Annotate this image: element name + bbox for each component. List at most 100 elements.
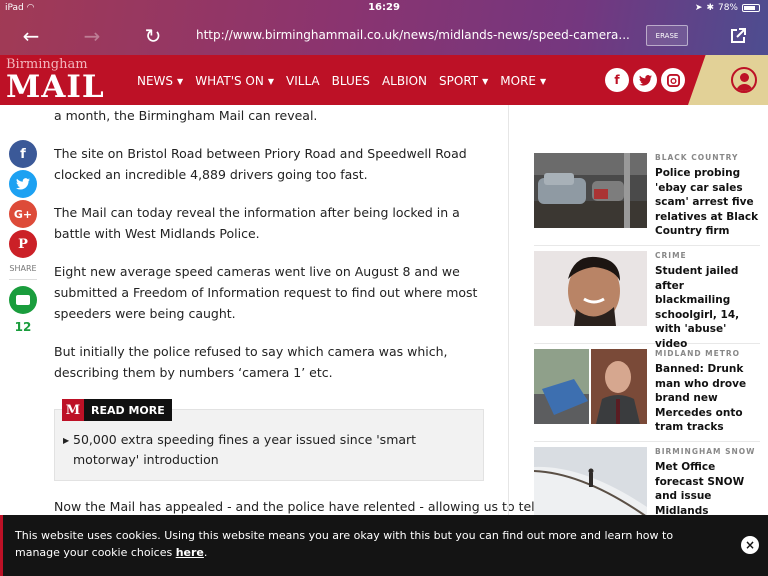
article-body: a month, the Birmingham Mail can reveal.…	[54, 105, 494, 400]
story-text: BLACK COUNTRY Police probing 'ebay car s…	[655, 153, 760, 239]
back-arrow-icon: ←	[22, 24, 40, 48]
clock: 16:29	[368, 2, 400, 13]
site-logo[interactable]: Birmingham MAIL	[6, 58, 105, 105]
nav-item-label: SPORT	[439, 74, 479, 88]
battery-fill	[744, 6, 755, 10]
mail-logo-icon: M	[62, 399, 84, 421]
nav-item-more[interactable]: MORE ▼	[500, 74, 546, 88]
story-title[interactable]: Police probing 'ebay car sales scam' arr…	[655, 166, 760, 239]
close-icon: ×	[744, 538, 756, 552]
article-paragraph: Eight new average speed cameras went liv…	[54, 264, 478, 321]
facebook-icon: f	[20, 146, 26, 162]
cookie-period: .	[203, 546, 208, 559]
cookie-here-link[interactable]: here	[176, 546, 204, 559]
browser-chrome: iPad ◠ 16:29 ➤ ✱ 78% ← → ↻ http://www.bi…	[0, 0, 768, 55]
story-title[interactable]: Student jailed after blackmailing school…	[655, 264, 760, 351]
nav-item-label: ALBION	[381, 74, 428, 88]
story-text: CRIME Student jailed after blackmailing …	[655, 251, 760, 351]
story-title[interactable]: Banned: Drunk man who drove brand new Me…	[655, 362, 760, 435]
reload-button[interactable]: ↻	[139, 22, 167, 50]
nav-item-label: VILLA	[286, 74, 320, 88]
erase-button[interactable]: ERASE	[646, 25, 688, 46]
article-paragraph: The Mail can today reveal the informatio…	[54, 205, 460, 241]
share-divider	[9, 279, 37, 280]
story-category: CRIME	[655, 251, 687, 260]
twitter-header-button[interactable]	[633, 68, 657, 92]
story-category: BIRMINGHAM SNOW	[655, 447, 756, 456]
facebook-share-button[interactable]: f	[9, 140, 37, 168]
nav-item-label: BLUES	[331, 74, 370, 88]
sidebar-story[interactable]: BLACK COUNTRY Police probing 'ebay car s…	[534, 148, 760, 246]
story-thumbnail-snow	[534, 447, 647, 522]
back-button[interactable]: ←	[17, 22, 45, 50]
comment-count: 12	[14, 320, 32, 334]
triangle-right-icon: ▶	[63, 436, 70, 445]
instagram-icon	[666, 73, 680, 87]
main-nav: NEWS ▼ WHAT'S ON ▼ VILLA BLUES ALBION SPORT ▼ MOR…	[137, 74, 546, 88]
sidebar-story[interactable]: CRIME Student jailed after blackmailing …	[534, 246, 760, 350]
facebook-header-button[interactable]: f	[605, 68, 629, 92]
cookie-text: This website uses cookies. Using this we…	[15, 529, 674, 559]
forward-arrow-icon: →	[83, 24, 101, 48]
googleplus-share-button[interactable]: G+	[9, 200, 37, 228]
article-paragraph: a month, the Birmingham Mail can reveal.	[54, 108, 318, 123]
cookie-close-button[interactable]: ×	[741, 536, 759, 554]
cookie-banner: This website uses cookies. Using this we…	[0, 515, 768, 576]
share-rail: f G+ P SHARE 12	[9, 140, 39, 334]
read-more-tag: M READ MORE	[62, 399, 172, 421]
external-share-icon	[731, 28, 746, 43]
article-paragraph: But initially the police refused to say …	[54, 344, 448, 380]
nav-item-label: NEWS	[137, 74, 174, 88]
forward-button[interactable]: →	[78, 22, 106, 50]
nav-item-blues[interactable]: BLUES	[332, 74, 370, 88]
browser-toolbar: ← → ↻ http://www.birminghammail.co.uk/ne…	[0, 22, 768, 50]
read-more-link-text: 50,000 extra speeding fines a year issue…	[73, 432, 417, 467]
story-category: MIDLAND METRO	[655, 349, 741, 358]
share-button[interactable]	[724, 22, 752, 50]
site-header: Birmingham MAIL NEWS ▼ WHAT'S ON ▼ VILLA BLUE…	[0, 55, 768, 105]
nav-item-villa[interactable]: VILLA	[286, 74, 320, 88]
sidebar-story[interactable]: MIDLAND METRO Banned: Drunk man who drov…	[534, 344, 760, 442]
reload-icon: ↻	[144, 24, 162, 48]
status-right: ➤ ✱ 78%	[695, 3, 760, 13]
pinterest-share-button[interactable]: P	[9, 230, 37, 258]
comment-icon	[16, 295, 30, 305]
logo-mail: MAIL	[6, 69, 105, 105]
twitter-icon	[638, 74, 652, 86]
caret-down-icon: ▼	[482, 77, 489, 86]
caret-down-icon: ▼	[540, 77, 547, 86]
story-category: BLACK COUNTRY	[655, 153, 739, 162]
nav-item-label: WHAT'S ON	[195, 74, 264, 88]
caret-down-icon: ▼	[177, 77, 184, 86]
nav-item-label: MORE	[500, 74, 536, 88]
battery-percent: 78%	[717, 3, 738, 13]
comments-button[interactable]	[9, 286, 37, 314]
read-more-label: READ MORE	[91, 403, 165, 417]
googleplus-icon: G+	[13, 207, 33, 221]
read-more-box: M READ MORE ▶ 50,000 extra speeding fine…	[54, 399, 484, 481]
url-bar[interactable]: http://www.birminghammail.co.uk/news/mid…	[196, 28, 630, 42]
share-label: SHARE	[9, 264, 37, 273]
article-paragraph: Now the Mail has appealed - and the poli…	[54, 499, 539, 514]
nav-item-sport[interactable]: SPORT ▼	[439, 74, 488, 88]
twitter-share-button[interactable]	[9, 170, 37, 198]
location-icon: ➤	[694, 3, 703, 13]
nav-item-albion[interactable]: ALBION	[382, 74, 427, 88]
article-paragraph: The site on Bristol Road between Priory …	[54, 146, 467, 182]
nav-item-news[interactable]: NEWS ▼	[137, 74, 183, 88]
header-socials: f	[605, 68, 685, 92]
story-thumbnail-car-and-man	[534, 349, 647, 424]
status-bar: iPad ◠ 16:29 ➤ ✱ 78%	[0, 0, 768, 16]
account-button[interactable]	[731, 67, 757, 93]
nav-item-what-s-on[interactable]: WHAT'S ON ▼	[195, 74, 274, 88]
story-thumbnail-garage	[534, 153, 647, 228]
bluetooth-icon: ✱	[706, 3, 714, 13]
user-icon-head	[740, 73, 749, 82]
twitter-icon	[16, 178, 30, 190]
read-more-link[interactable]: ▶ 50,000 extra speeding fines a year iss…	[63, 430, 463, 470]
battery-icon	[742, 4, 760, 12]
facebook-icon: f	[614, 73, 620, 87]
instagram-header-button[interactable]	[661, 68, 685, 92]
caret-down-icon: ▼	[267, 77, 275, 86]
column-divider	[508, 105, 509, 525]
